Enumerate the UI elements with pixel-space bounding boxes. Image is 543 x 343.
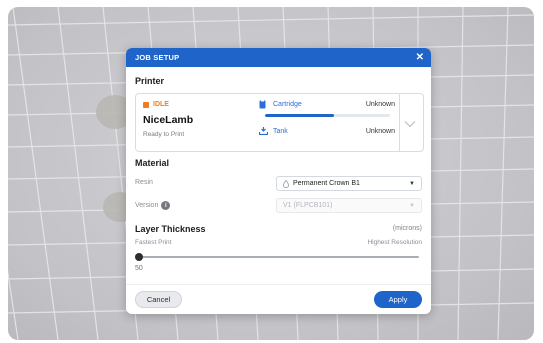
resin-value: Permanent Crown B1: [293, 180, 360, 187]
highest-resolution-label: Highest Resolution: [367, 239, 422, 246]
layer-thickness-value: 50: [135, 265, 143, 272]
version-label: Version: [135, 202, 159, 209]
tank-label: Tank: [273, 127, 288, 135]
info-icon[interactable]: i: [161, 201, 171, 210]
cartridge-value: Unknown: [365, 101, 395, 108]
fastest-print-label: Fastest Print: [135, 239, 172, 246]
footer-divider: [126, 284, 431, 285]
layer-thickness-title: Layer Thickness: [135, 224, 206, 234]
cartridge-progress-fill: [265, 114, 334, 117]
cartridge-progress: [265, 114, 390, 117]
resin-select[interactable]: Permanent Crown B1 ▼: [276, 176, 422, 191]
printer-section-title: Printer: [135, 76, 165, 86]
cartridge-icon: [259, 100, 269, 109]
tank-value: Unknown: [365, 127, 395, 135]
job-setup-dialog: JOB SETUP ✕ Printer IDLE NiceLamb Ready …: [126, 48, 431, 314]
version-label-row: Version i: [135, 201, 171, 210]
slider-thumb[interactable]: [135, 253, 143, 261]
tank-row: Tank Unknown: [259, 127, 395, 135]
status-text: IDLE: [153, 101, 169, 108]
material-section-title: Material: [135, 158, 170, 168]
chevron-down-icon[interactable]: [404, 115, 416, 133]
apply-button[interactable]: Apply: [374, 291, 422, 308]
printer-status: IDLE: [143, 101, 169, 108]
version-value: V1 (FLPCB101): [283, 202, 333, 209]
dialog-header: JOB SETUP ✕: [126, 48, 431, 67]
cancel-button[interactable]: Cancel: [135, 291, 182, 308]
printer-card[interactable]: IDLE NiceLamb Ready to Print Cartridge U…: [135, 93, 424, 152]
card-divider: [399, 94, 400, 151]
resin-drop-icon: [283, 179, 289, 188]
cartridge-label: Cartridge: [273, 101, 302, 108]
version-select[interactable]: V1 (FLPCB101) ▼: [276, 198, 422, 213]
status-printer-icon: [143, 101, 149, 108]
layer-units: (microns): [392, 225, 422, 232]
printer-sub-status: Ready to Print: [143, 131, 185, 138]
printer-name: NiceLamb: [143, 114, 194, 126]
tank-icon: [259, 127, 269, 135]
caret-down-icon: ▼: [409, 202, 415, 209]
cartridge-row: Cartridge Unknown: [259, 100, 395, 109]
dialog-title: JOB SETUP: [135, 53, 180, 62]
resin-label: Resin: [135, 179, 153, 186]
layer-thickness-slider[interactable]: [135, 253, 419, 261]
caret-down-icon: ▼: [409, 180, 415, 187]
close-icon[interactable]: ✕: [416, 52, 424, 63]
